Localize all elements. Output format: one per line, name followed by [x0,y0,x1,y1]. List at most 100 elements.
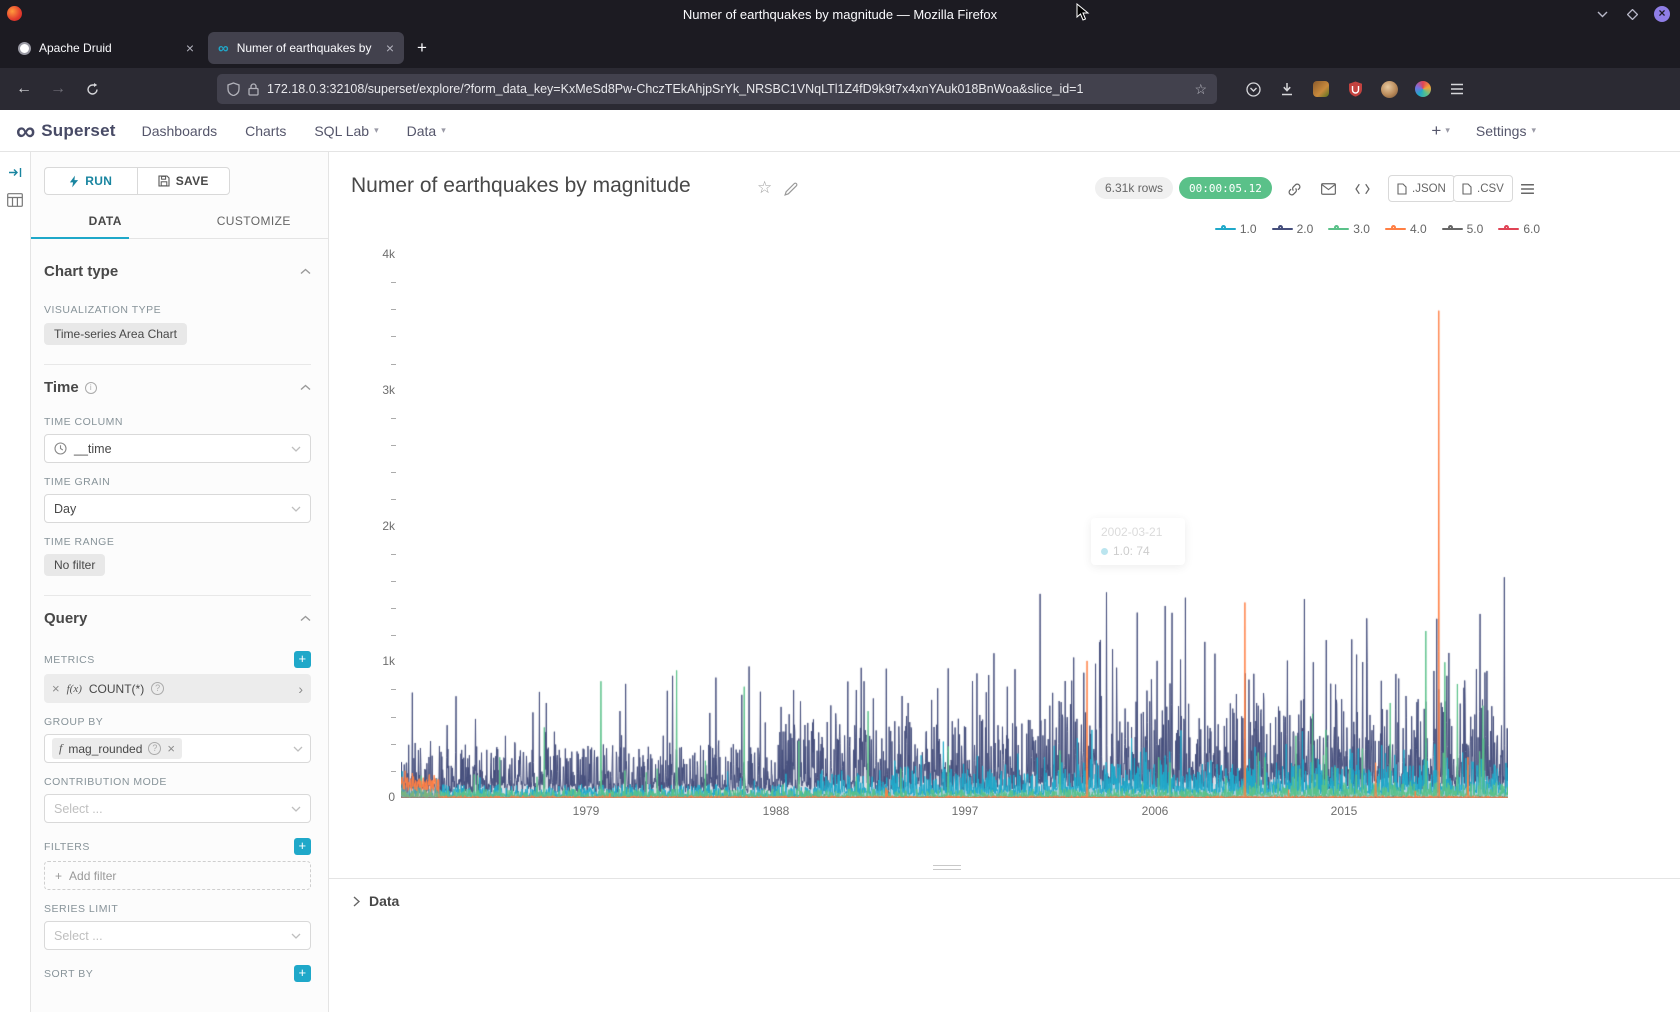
chevron-up-icon[interactable] [300,384,311,391]
export-csv-button[interactable]: .CSV [1453,175,1513,202]
forward-button[interactable]: → [44,75,72,103]
legend-item[interactable]: 2.0 [1272,222,1314,236]
time-range-value[interactable]: No filter [44,554,105,576]
tooltip-date: 2002-03-21 [1101,525,1175,539]
plus-icon: + [55,869,62,883]
save-button[interactable]: SAVE [137,167,231,195]
nav-item-charts[interactable]: Charts [245,123,286,139]
tab-label: Apache Druid [39,41,178,55]
legend-marker [1385,225,1406,234]
nav-item-dashboards[interactable]: Dashboards [142,123,218,139]
y-axis-minor-tick [391,554,396,555]
time-column-select[interactable]: __time [44,434,311,463]
downloads-icon[interactable] [1275,77,1299,101]
window-close-button[interactable]: × [1654,6,1670,22]
file-icon [1397,183,1407,195]
dataset-grid-icon[interactable] [7,193,23,207]
window-minimize-button[interactable] [1594,6,1610,22]
pocket-icon[interactable] [1241,77,1265,101]
remove-metric-icon[interactable]: × [52,681,60,696]
tab-label: Numer of earthquakes by [237,41,378,55]
x-axis-tick: 2015 [1331,804,1358,818]
remove-group-by-icon[interactable]: × [167,741,175,756]
browser-tab-superset[interactable]: ∞ Numer of earthquakes by × [208,32,404,64]
chevron-up-icon[interactable] [300,615,311,622]
tab-data[interactable]: DATA [31,207,180,238]
reload-button[interactable] [78,75,106,103]
legend-item[interactable]: 6.0 [1498,222,1540,236]
new-item-button[interactable]: +▾ [1431,121,1449,141]
chevron-up-icon[interactable] [300,268,311,275]
favorite-star-icon[interactable]: ☆ [757,178,772,198]
edit-title-icon[interactable] [784,182,798,196]
tracking-shield-icon[interactable] [227,82,240,96]
profile-avatar[interactable] [1377,77,1401,101]
metric-value: COUNT(*) [89,682,144,696]
y-axis-minor-tick [391,581,396,582]
timeseries-chart-canvas[interactable] [401,255,1508,798]
y-axis-minor-tick [391,364,396,365]
group-by-label: GROUP BY [44,716,103,728]
tooltip-value: 1.0: 74 [1113,544,1150,558]
run-button[interactable]: RUN [44,167,137,195]
legend-item[interactable]: 1.0 [1215,222,1257,236]
legend-item[interactable]: 4.0 [1385,222,1427,236]
new-tab-button[interactable]: + [408,34,436,62]
legend-marker [1498,225,1519,234]
copy-link-icon[interactable] [1286,181,1302,197]
chevron-down-icon [291,933,301,939]
chevron-right-icon[interactable]: › [298,681,303,697]
function-icon: f(x) [67,683,82,695]
data-panel-toggle[interactable]: Data [353,893,1680,909]
privacy-badger-icon[interactable] [1309,77,1333,101]
group-by-select[interactable]: f mag_rounded ? × [44,734,311,763]
time-range-label: TIME RANGE [44,536,114,548]
y-axis-minor-tick [391,689,396,690]
url-bar[interactable]: 172.18.0.3:32108/superset/explore/?form_… [217,74,1217,104]
add-filter-dropzone[interactable]: + Add filter [44,861,311,890]
legend-item[interactable]: 3.0 [1328,222,1370,236]
tab-customize[interactable]: CUSTOMIZE [180,207,329,238]
url-text[interactable]: 172.18.0.3:32108/superset/explore/?form_… [267,82,1186,96]
tab-close-icon[interactable]: × [386,40,394,56]
app-window: Numer of earthquakes by magnitude — Mozi… [0,0,1680,1012]
y-axis-minor-tick [391,445,396,446]
metric-pill[interactable]: × f(x) COUNT(*) ? › [44,674,311,703]
section-title-chart-type: Chart type [44,263,118,280]
add-filter-plus-button[interactable]: + [294,838,311,855]
viz-type-value[interactable]: Time-series Area Chart [44,323,187,345]
window-maximize-button[interactable] [1624,6,1640,22]
add-sort-by-button[interactable]: + [294,965,311,982]
lock-icon[interactable] [248,83,259,96]
contribution-mode-select[interactable]: Select ... [44,794,311,823]
chart-menu-icon[interactable] [1519,181,1535,197]
email-icon[interactable] [1320,181,1336,197]
superset-logo[interactable]: ∞ Superset [16,121,116,141]
browser-tab-druid[interactable]: Apache Druid × [8,32,204,64]
contribution-mode-label: CONTRIBUTION MODE [44,776,167,788]
add-metric-button[interactable]: + [294,651,311,668]
embed-code-icon[interactable] [1354,181,1370,197]
y-axis-tick: 1k [359,654,395,668]
back-button[interactable]: ← [10,75,38,103]
x-axis-tick: 1997 [952,804,979,818]
druid-favicon [18,42,31,55]
export-json-button[interactable]: .JSON [1388,175,1455,202]
ublock-icon[interactable] [1343,77,1367,101]
bookmark-star-icon[interactable]: ☆ [1194,81,1207,98]
y-axis-tick: 3k [359,383,395,397]
series-limit-select[interactable]: Select ... [44,921,311,950]
time-grain-select[interactable]: Day [44,494,311,523]
settings-menu[interactable]: Settings▾ [1476,123,1536,139]
legend-item[interactable]: 5.0 [1442,222,1484,236]
time-grain-label: TIME GRAIN [44,476,110,488]
tab-close-icon[interactable]: × [186,40,194,56]
nav-item-data[interactable]: Data▾ [407,123,446,139]
nav-item-sql-lab[interactable]: SQL Lab▾ [314,123,378,139]
collapse-panel-icon[interactable] [8,166,23,179]
extension-icon[interactable] [1411,77,1435,101]
group-by-pill[interactable]: f mag_rounded ? × [52,738,182,759]
resize-handle[interactable] [933,865,961,873]
y-axis-minor-tick [391,771,396,772]
menu-icon[interactable] [1445,77,1469,101]
